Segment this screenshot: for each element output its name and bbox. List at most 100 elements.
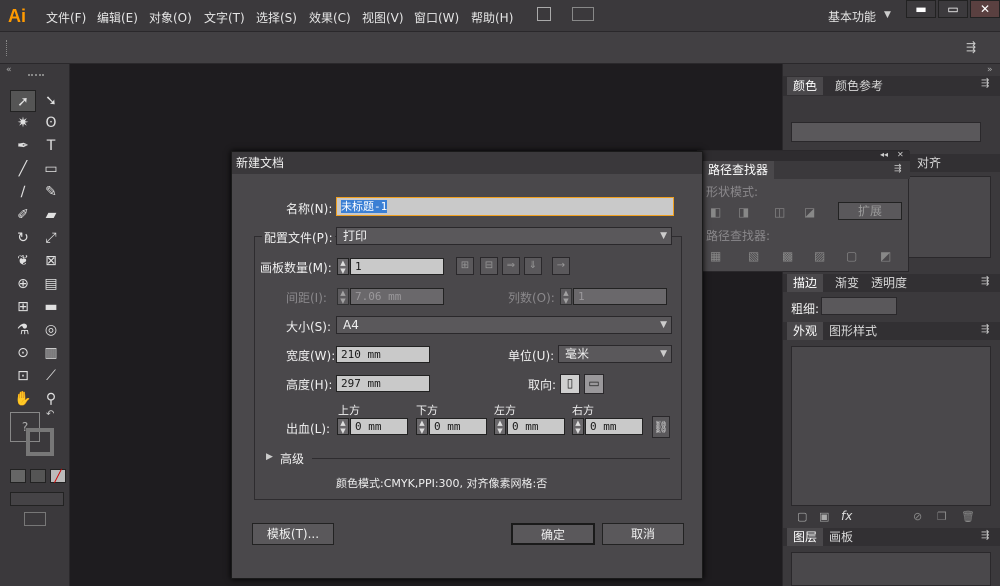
stroke-weight-input[interactable] <box>821 297 897 315</box>
scale-tool-icon[interactable]: ⤢ <box>38 227 64 249</box>
workspace-switcher[interactable]: 基本功能 <box>828 8 876 25</box>
tab-align[interactable]: 对齐 <box>911 154 947 172</box>
hand-tool-icon[interactable]: ✋ <box>10 388 36 410</box>
fx-icon[interactable]: fx <box>841 509 852 523</box>
width-input[interactable]: 210 mm <box>336 346 430 363</box>
height-input[interactable]: 297 mm <box>336 375 430 392</box>
menu-edit[interactable]: 编辑(E) <box>97 9 138 26</box>
selection-tool-icon[interactable]: ➚ <box>10 90 36 112</box>
symbol-sprayer-tool-icon[interactable]: ⊙ <box>10 342 36 364</box>
templates-button[interactable]: 模板(T)... <box>252 523 334 545</box>
panel-menu-icon[interactable]: ⇶ <box>981 530 989 541</box>
blend-tool-icon[interactable]: ◎ <box>38 319 64 341</box>
tab-stroke[interactable]: 描边 <box>787 274 824 292</box>
add-fill-icon[interactable]: ▣ <box>819 510 829 523</box>
artboards-stepper[interactable]: ▲ ▼ <box>337 258 349 275</box>
menu-help[interactable]: 帮助(H) <box>471 9 513 26</box>
mesh-tool-icon[interactable]: ⊞ <box>10 296 36 318</box>
minus-front-icon[interactable]: ◨ <box>738 205 749 219</box>
paintbrush-tool-icon[interactable]: ∕ <box>10 181 36 203</box>
panel-menu-icon[interactable]: ⇶ <box>981 324 989 335</box>
tab-gradient[interactable]: 渐变 <box>829 274 865 292</box>
eraser-tool-icon[interactable]: ▰ <box>38 204 64 226</box>
panel-menu-icon[interactable]: ⇶ <box>894 164 902 174</box>
free-transform-tool-icon[interactable]: ⊠ <box>38 250 64 272</box>
none-mode-icon[interactable]: ╱ <box>50 469 66 483</box>
panel-drag-bar[interactable] <box>698 151 910 161</box>
panel-menu-icon[interactable]: ⇶ <box>966 40 976 54</box>
unite-icon[interactable]: ◧ <box>710 205 721 219</box>
draw-mode-icon[interactable] <box>10 492 64 506</box>
menu-view[interactable]: 视图(V) <box>362 9 404 26</box>
collapse-icon[interactable]: » <box>987 65 993 75</box>
bleed-top-stepper[interactable]: ▲ ▼ <box>337 418 349 435</box>
tab-pathfinder[interactable]: 路径查找器 <box>702 161 775 179</box>
ok-button[interactable]: 确定 <box>511 523 595 545</box>
shape-builder-tool-icon[interactable]: ⊕ <box>10 273 36 295</box>
outline-icon[interactable]: ▢ <box>846 249 857 263</box>
pencil-tool-icon[interactable]: ✎ <box>38 181 64 203</box>
stroke-swatch[interactable] <box>26 428 54 456</box>
expand-button[interactable]: 扩展 <box>838 202 902 220</box>
merge-icon[interactable]: ▩ <box>782 249 793 263</box>
bleed-left-stepper[interactable]: ▲ ▼ <box>494 418 506 435</box>
lasso-tool-icon[interactable]: ʘ <box>38 112 64 134</box>
trash-icon[interactable]: 🗑 <box>961 510 975 523</box>
portrait-icon[interactable]: ▯ <box>560 374 580 394</box>
chevron-down-icon[interactable]: ▼ <box>884 10 891 20</box>
bleed-right-input[interactable]: 0 mm <box>585 418 643 435</box>
close-button[interactable]: ✕ <box>970 0 1000 18</box>
dialog-title[interactable]: 新建文档 <box>232 152 702 174</box>
gradient-mode-icon[interactable] <box>30 469 46 483</box>
menu-effect[interactable]: 效果(C) <box>309 9 351 26</box>
rectangle-tool-icon[interactable]: ▭ <box>38 158 64 180</box>
duplicate-icon[interactable]: ❐ <box>937 510 947 523</box>
crop-icon[interactable]: ▨ <box>814 249 825 263</box>
screen-mode-icon[interactable] <box>24 512 46 526</box>
intersect-icon[interactable]: ◫ <box>774 205 785 219</box>
eyedropper-tool-icon[interactable]: ⚗ <box>10 319 36 341</box>
artboards-input[interactable]: 1 <box>350 258 444 275</box>
tab-layers[interactable]: 图层 <box>787 528 824 546</box>
blob-brush-tool-icon[interactable]: ✐ <box>10 204 36 226</box>
tab-appearance[interactable]: 外观 <box>787 322 824 340</box>
artboard-tool-icon[interactable]: ⊡ <box>10 365 36 387</box>
tab-color[interactable]: 颜色 <box>787 77 824 95</box>
advanced-toggle[interactable]: 高级 <box>280 450 304 467</box>
maximize-button[interactable]: ▭ <box>938 0 968 18</box>
perspective-grid-tool-icon[interactable]: ▤ <box>38 273 64 295</box>
gradient-tool-icon[interactable]: ▬ <box>38 296 64 318</box>
collapse-icon[interactable]: ◂◂ <box>880 150 888 159</box>
panel-menu-icon[interactable]: ⇶ <box>981 78 989 89</box>
swap-icon[interactable]: ↶ <box>46 409 54 420</box>
tab-transparency[interactable]: 透明度 <box>865 274 913 292</box>
bridge-icon[interactable] <box>537 7 551 21</box>
chevron-right-icon[interactable]: ▶ <box>266 452 273 462</box>
menu-select[interactable]: 选择(S) <box>256 9 297 26</box>
menu-window[interactable]: 窗口(W) <box>414 9 459 26</box>
arrange-documents-icon[interactable] <box>572 7 594 21</box>
divide-icon[interactable]: ▦ <box>710 249 721 263</box>
minimize-button[interactable]: ▬ <box>906 0 936 18</box>
menu-type[interactable]: 文字(T) <box>204 9 245 26</box>
profile-select[interactable]: 打印 ▼ <box>336 227 672 245</box>
bleed-right-stepper[interactable]: ▲ ▼ <box>572 418 584 435</box>
cancel-button[interactable]: 取消 <box>602 523 684 545</box>
minus-back-icon[interactable]: ◩ <box>880 249 891 263</box>
units-select[interactable]: 毫米 ▼ <box>558 345 672 363</box>
bleed-bottom-stepper[interactable]: ▲ ▼ <box>416 418 428 435</box>
bleed-bottom-input[interactable]: 0 mm <box>429 418 487 435</box>
color-mode-icon[interactable] <box>10 469 26 483</box>
trim-icon[interactable]: ▧ <box>748 249 759 263</box>
line-tool-icon[interactable]: ╱ <box>10 158 36 180</box>
magic-wand-tool-icon[interactable]: ✷ <box>10 112 36 134</box>
name-input[interactable]: 未标题-1 <box>336 197 674 216</box>
panel-menu-icon[interactable]: ⇶ <box>981 276 989 287</box>
warp-tool-icon[interactable]: ❦ <box>10 250 36 272</box>
tab-color-guide[interactable]: 颜色参考 <box>829 77 889 95</box>
direct-selection-tool-icon[interactable]: ➘ <box>38 90 64 112</box>
landscape-icon[interactable]: ▭ <box>584 374 604 394</box>
menu-object[interactable]: 对象(O) <box>149 9 192 26</box>
clear-icon[interactable]: ⊘ <box>913 510 922 523</box>
type-tool-icon[interactable]: T <box>38 135 64 157</box>
